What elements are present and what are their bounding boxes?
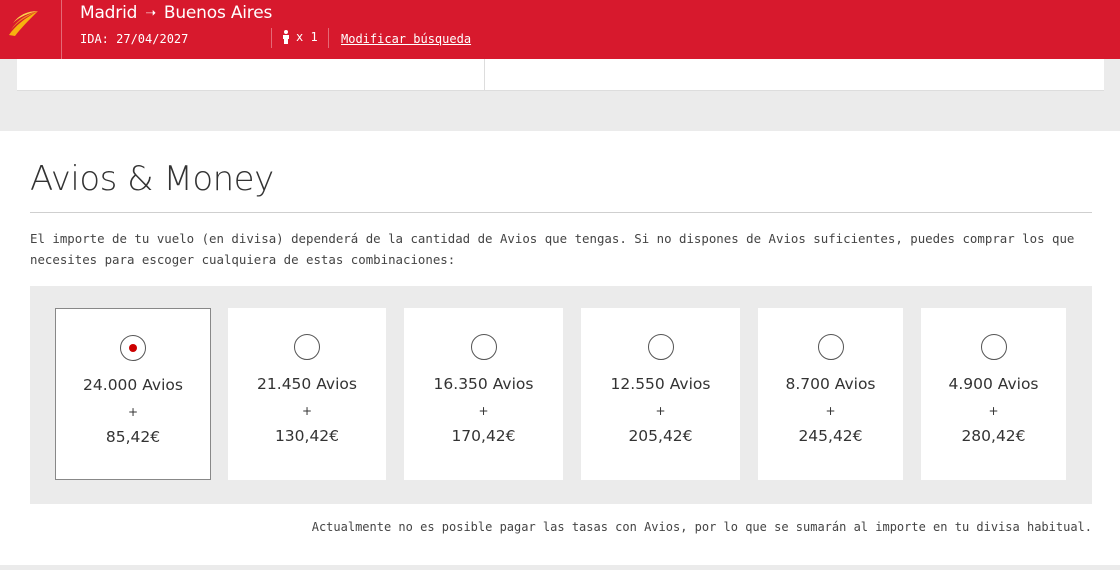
arrow-right-icon: ➝ (145, 5, 156, 21)
radio-unselected[interactable] (294, 334, 320, 360)
passenger-count-label: x 1 (296, 30, 318, 44)
option-avios: 16.350 Avios (433, 375, 534, 393)
passenger-icon (283, 30, 289, 44)
radio-unselected[interactable] (980, 334, 1007, 360)
option-money: 245,42€ (798, 427, 863, 445)
option-card-1[interactable]: 24.000 Avios + 85,42€ (55, 308, 211, 480)
option-money: 170,42€ (451, 427, 516, 445)
top-bar: Madrid ➝ Buenos Aires IDA: 27/04/2027 x … (0, 0, 1120, 59)
option-card-5[interactable]: 8.700 Avios + 245,42€ (758, 308, 903, 480)
passenger-count: x 1 (282, 30, 318, 44)
option-avios: 21.450 Avios (257, 375, 357, 393)
bottom-border (0, 565, 1120, 570)
card-divider (484, 59, 485, 91)
iberia-logo-icon[interactable] (7, 8, 39, 38)
departure-date: IDA: 27/04/2027 (80, 32, 189, 46)
radio-unselected[interactable] (647, 334, 674, 360)
option-card-6[interactable]: 4.900 Avios + 280,42€ (921, 308, 1066, 480)
flight-summary-card (17, 59, 1104, 91)
radio-dot (129, 344, 137, 352)
option-money: 85,42€ (105, 428, 161, 446)
destination-city: Buenos Aires (163, 3, 273, 23)
option-money: 130,42€ (274, 427, 340, 445)
option-money: 280,42€ (961, 427, 1026, 445)
option-avios: 4.900 Avios (948, 375, 1039, 393)
option-money: 205,42€ (628, 427, 693, 445)
plus-sign: + (655, 404, 666, 418)
section-title: Avios & Money (30, 159, 274, 199)
modify-search-link[interactable]: Modificar búsqueda (341, 32, 471, 46)
option-card-3[interactable]: 16.350 Avios + 170,42€ (404, 308, 563, 480)
option-avios: 12.550 Avios (610, 375, 711, 393)
origin-city: Madrid (80, 3, 138, 23)
section-description: El importe de tu vuelo (en divisa) depen… (30, 231, 1075, 267)
option-avios: 24.000 Avios (83, 376, 183, 394)
plus-sign: + (825, 404, 836, 418)
route-title: Madrid ➝ Buenos Aires (80, 3, 272, 23)
plus-sign: + (988, 404, 999, 418)
option-card-4[interactable]: 12.550 Avios + 205,42€ (581, 308, 740, 480)
option-avios: 8.700 Avios (785, 375, 876, 393)
radio-unselected[interactable] (470, 334, 497, 360)
separator (328, 28, 329, 48)
plus-sign: + (478, 404, 489, 418)
plus-sign: + (301, 404, 313, 418)
radio-selected[interactable] (120, 335, 146, 361)
logo-separator (61, 0, 62, 59)
taxes-footnote: Actualmente no es posible pagar las tasa… (311, 520, 1092, 534)
separator (271, 28, 272, 48)
title-divider (30, 212, 1092, 213)
plus-sign: + (127, 405, 139, 419)
option-card-2[interactable]: 21.450 Avios + 130,42€ (228, 308, 386, 480)
radio-unselected[interactable] (817, 334, 844, 360)
